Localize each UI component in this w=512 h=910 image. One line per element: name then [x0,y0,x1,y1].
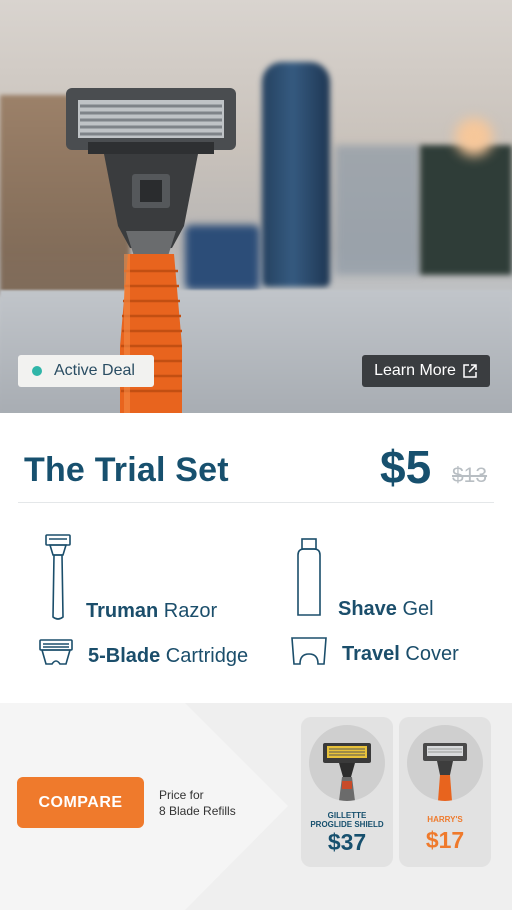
gillette-razor-image [309,725,385,801]
item-shave-gel: Shave Gel [294,537,434,620]
status-dot-icon [32,366,42,376]
gel-bottle-icon [297,538,321,616]
divider [18,502,494,503]
gillette-price: $37 [327,829,367,855]
item-truman-razor: Truman Razor [44,533,218,622]
harrys-razor-image [407,725,483,801]
item-label-5-blade-cartridge: 5-Blade Cartridge [88,645,249,667]
active-deal-badge: Active Deal [18,355,154,387]
hero-image: Active Deal Learn More [0,0,512,413]
original-price: $13 [452,464,488,487]
competitor-card-harrys: HARRY'S $17 [399,717,491,867]
price-for-line1: Price for [159,788,204,802]
background-light [455,118,493,156]
harrys-brand: HARRY'S [427,815,463,824]
product-price: $5 [380,441,432,493]
learn-more-label: Learn More [374,362,456,379]
harrys-price: $17 [425,827,465,853]
item-travel-cover: Travel Cover [290,634,459,666]
active-deal-label: Active Deal [54,362,135,379]
competitor-card-gillette: GILLETTE PROGLIDE SHIELD $37 [301,717,393,867]
travel-cover-icon [291,637,327,665]
gillette-brand: GILLETTE PROGLIDE SHIELD [310,811,384,829]
learn-more-button[interactable]: Learn More [362,355,490,387]
background-bottle [262,62,330,287]
external-link-icon [463,364,477,378]
product-title: The Trial Set [24,451,229,489]
compare-button[interactable]: COMPARE [17,777,144,828]
background-box [420,145,512,275]
item-label-travel-cover: Travel Cover [342,643,459,665]
background-tile [335,145,420,275]
razor-icon [45,534,71,620]
cartridge-icon [39,639,73,665]
price-for-note: Price for 8 Blade Refills [159,787,236,819]
item-label-truman-razor: Truman Razor [86,600,218,622]
price-for-line2: 8 Blade Refills [159,804,236,818]
item-5-blade-cartridge: 5-Blade Cartridge [38,638,249,667]
item-label-shave-gel: Shave Gel [338,598,434,620]
